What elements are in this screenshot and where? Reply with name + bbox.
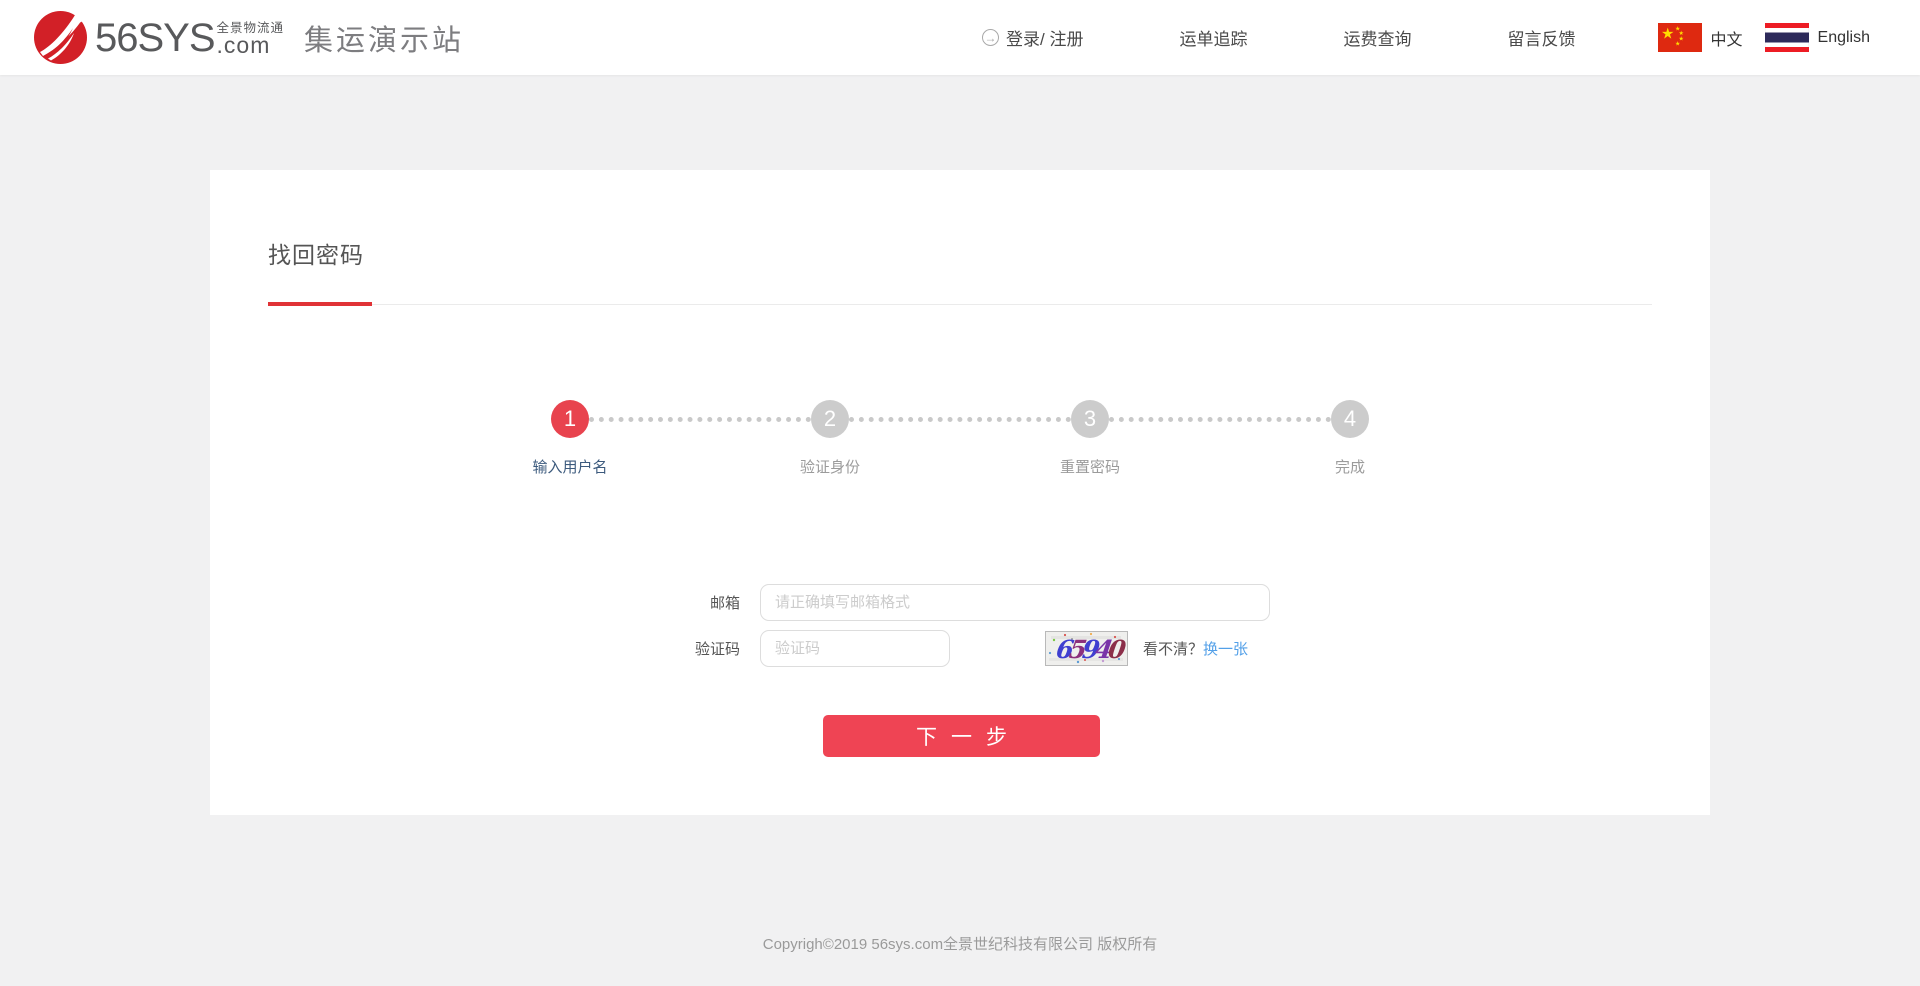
title-underline-accent — [268, 302, 372, 306]
nav-login-register[interactable]: → 登录/ 注册 — [982, 25, 1083, 50]
lang-chinese[interactable]: ★ ★ ★ ★ ★ 中文 — [1658, 23, 1743, 52]
step-2-circle: 2 — [811, 400, 849, 438]
email-row: 邮箱 — [210, 584, 1710, 621]
page-footer: Copyrigh©2019 56sys.com全景世纪科技有限公司 版权所有 — [0, 933, 1920, 954]
step-1-enter-username: 1 输入用户名 — [551, 400, 589, 438]
recovery-form: 邮箱 验证码 — [210, 584, 1710, 757]
password-recovery-card: 找回密码 1 输入用户名 2 验证身份 3 重置密码 — [210, 170, 1710, 815]
thailand-flag-icon — [1765, 23, 1809, 52]
nav-feedback-label: 留言反馈 — [1508, 25, 1576, 50]
site-header: 56SYS 全景物流通 .com 集运演示站 → 登录/ 注册 运单追踪 运费查… — [0, 0, 1920, 75]
email-label: 邮箱 — [210, 592, 740, 613]
progress-stepper: 1 输入用户名 2 验证身份 3 重置密码 4 完成 — [210, 400, 1710, 492]
nav-tracking-label: 运单追踪 — [1180, 25, 1248, 50]
step-3-reset-password: 3 重置密码 — [1071, 400, 1109, 438]
page-body: 找回密码 1 输入用户名 2 验证身份 3 重置密码 — [0, 75, 1920, 954]
site-name: 集运演示站 — [304, 17, 464, 59]
captcha-label: 验证码 — [210, 638, 740, 659]
captcha-row: 验证码 — [210, 630, 1710, 667]
brand-suffix: .com — [217, 36, 285, 56]
step-4-circle: 4 — [1331, 400, 1369, 438]
main-nav: → 登录/ 注册 运单追踪 运费查询 留言反馈 ★ ★ ★ ★ ★ 中文 — [982, 23, 1870, 52]
nav-freight-inquiry[interactable]: 运费查询 — [1344, 25, 1412, 50]
step-3-circle: 3 — [1071, 400, 1109, 438]
next-step-button[interactable]: 下一步 — [823, 715, 1100, 757]
captcha-input[interactable] — [760, 630, 950, 667]
language-switcher: ★ ★ ★ ★ ★ 中文 English — [1658, 23, 1871, 52]
step-2-verify-identity: 2 验证身份 — [811, 400, 849, 438]
nav-feedback[interactable]: 留言反馈 — [1508, 25, 1576, 50]
step-connector — [849, 417, 1071, 422]
nav-waybill-tracking[interactable]: 运单追踪 — [1180, 25, 1248, 50]
step-1-label: 输入用户名 — [532, 456, 607, 477]
captcha-hint-text: 看不清？ — [1143, 638, 1203, 659]
svg-text:★: ★ — [1675, 41, 1680, 48]
site-logo[interactable]: 56SYS 全景物流通 .com 集运演示站 — [34, 11, 464, 64]
page-title: 找回密码 — [210, 170, 1710, 270]
china-flag-icon: ★ ★ ★ ★ ★ — [1658, 23, 1702, 52]
lang-english-label: English — [1818, 29, 1870, 47]
captcha-refresh-link[interactable]: 换一张 — [1203, 638, 1248, 659]
brand-name: 56SYS — [95, 20, 215, 56]
copyright-text: Copyrigh©2019 56sys.com全景世纪科技有限公司 版权所有 — [763, 936, 1157, 953]
brand-text: 56SYS 全景物流通 .com — [95, 20, 284, 56]
step-2-label: 验证身份 — [800, 456, 860, 477]
title-divider — [268, 304, 1652, 305]
nav-login-label: 登录/ 注册 — [1006, 25, 1083, 50]
step-1-circle: 1 — [551, 400, 589, 438]
step-4-label: 完成 — [1335, 456, 1365, 477]
lang-english[interactable]: English — [1765, 23, 1870, 52]
login-arrow-icon: → — [982, 29, 999, 46]
email-input[interactable] — [760, 584, 1270, 621]
step-connector — [1109, 417, 1331, 422]
lang-chinese-label: 中文 — [1711, 26, 1743, 50]
step-connector — [589, 417, 811, 422]
step-4-complete: 4 完成 — [1331, 400, 1369, 438]
captcha-image[interactable]: 6 5 9 4 0 — [1045, 631, 1128, 666]
logo-swoosh-icon — [34, 11, 87, 64]
nav-freight-label: 运费查询 — [1344, 25, 1412, 50]
step-3-label: 重置密码 — [1060, 456, 1120, 477]
svg-text:★: ★ — [1661, 26, 1674, 43]
